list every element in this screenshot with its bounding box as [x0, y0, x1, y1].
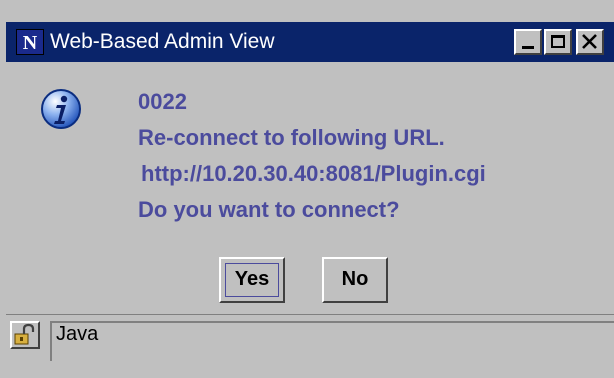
dialog-content: 0022 Re-connect to following URL. http:/… — [6, 62, 614, 314]
netscape-logo-icon: N — [16, 29, 44, 55]
dialog-window: N Web-Based Admin View 0022 Re-connect t… — [0, 0, 614, 378]
unlocked-padlock-icon — [14, 323, 35, 345]
close-icon — [582, 34, 597, 49]
no-button-label: No — [341, 268, 369, 290]
message-code: 0022 — [138, 89, 187, 114]
no-button[interactable]: No — [322, 257, 388, 303]
status-text: Java — [56, 323, 99, 345]
maximize-button[interactable] — [544, 29, 572, 55]
status-field — [50, 321, 614, 361]
yes-button-label: Yes — [234, 268, 270, 290]
minimize-button[interactable] — [514, 29, 542, 55]
message-question: Do you want to connect? — [138, 197, 400, 222]
info-icon — [41, 89, 81, 129]
window-title: Web-Based Admin View — [50, 30, 275, 53]
status-bar: Java — [6, 314, 614, 378]
minimize-icon — [522, 46, 534, 49]
yes-button[interactable]: Yes — [219, 257, 285, 303]
title-bar[interactable]: N Web-Based Admin View — [6, 22, 614, 62]
message-url: http://10.20.30.40:8081/Plugin.cgi — [141, 161, 486, 186]
close-button[interactable] — [576, 29, 604, 55]
dialog-message: 0022 Re-connect to following URL. http:/… — [138, 84, 486, 228]
message-reconnect-text: Re-connect to following URL. — [138, 125, 445, 150]
maximize-icon — [551, 35, 565, 48]
security-status-button[interactable] — [10, 321, 40, 349]
